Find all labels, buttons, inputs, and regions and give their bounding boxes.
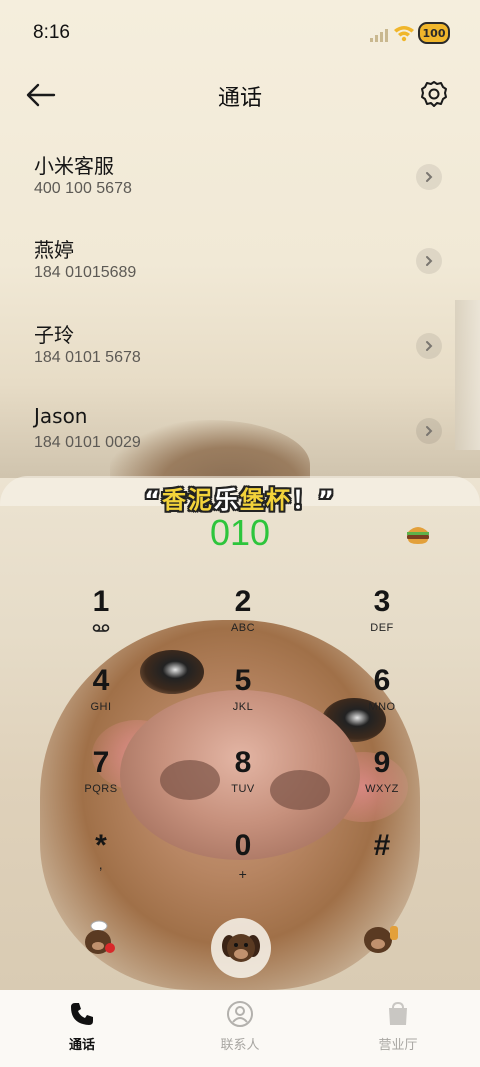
store-bag-icon <box>389 1001 407 1025</box>
dog-call-icon <box>222 934 260 962</box>
key-8[interactable]: 8 TUV <box>188 745 298 815</box>
list-item[interactable]: 小米客服 400 100 5678 <box>0 140 480 220</box>
chevron-right-icon <box>426 426 433 436</box>
key-7[interactable]: 7 PQRS <box>46 745 156 815</box>
burger-icon[interactable] <box>405 522 431 546</box>
key-6[interactable]: 6 MNO <box>327 663 437 733</box>
call-button[interactable] <box>211 918 271 978</box>
detail-button[interactable] <box>416 164 442 190</box>
contact-number: 184 01015689 <box>34 264 137 281</box>
dog-burger-sticker-icon[interactable] <box>358 916 402 956</box>
bottom-nav: 通话 联系人 营业厅 <box>0 990 480 1067</box>
contact-name: 燕婷 <box>34 238 74 262</box>
key-5[interactable]: 5 JKL <box>188 663 298 733</box>
battery-icon: 100 <box>418 22 450 44</box>
gear-icon[interactable] <box>419 79 449 109</box>
contact-name: Jason <box>34 404 88 428</box>
key-2[interactable]: 2 ABC <box>188 584 298 654</box>
contact-number: 184 0101 5678 <box>34 349 141 366</box>
contact-name: 子玲 <box>34 323 74 347</box>
key-1[interactable]: 1 <box>46 584 156 654</box>
tab-contacts[interactable]: 联系人 <box>190 1000 290 1053</box>
chevron-right-icon <box>426 256 433 266</box>
chevron-right-icon <box>426 341 433 351</box>
keypad: 1 2 ABC 3 DEF 4 GHI 5 JKL 6 MNO 7 PQRS 8… <box>0 580 480 910</box>
dog-chef-sticker-icon[interactable] <box>78 918 122 958</box>
key-4[interactable]: 4 GHI <box>46 663 156 733</box>
chevron-right-icon <box>426 172 433 182</box>
key-0[interactable]: 0 + <box>188 828 298 898</box>
page-title: 通话 <box>217 86 262 111</box>
tab-service-hall[interactable]: 营业厅 <box>348 1000 448 1053</box>
header: 通话 <box>0 70 480 120</box>
key-star[interactable]: * , <box>46 828 156 898</box>
detail-button[interactable] <box>416 333 442 359</box>
status-bar: 8:16 100 <box>0 0 480 64</box>
list-item[interactable]: Jason 184 0101 0029 <box>0 394 480 474</box>
contact-number: 400 100 5678 <box>34 180 132 197</box>
wifi-icon <box>394 26 414 42</box>
voicemail-icon <box>92 624 110 632</box>
signal-icon <box>370 28 388 42</box>
theme-banner: “香泥乐堡杯！” <box>144 486 336 514</box>
list-item[interactable]: 子玲 184 0101 5678 <box>0 309 480 389</box>
status-time: 8:16 <box>33 22 70 43</box>
contact-icon <box>227 1001 253 1027</box>
key-hash[interactable]: # <box>327 828 437 898</box>
key-9[interactable]: 9 WXYZ <box>327 745 437 815</box>
detail-button[interactable] <box>416 418 442 444</box>
key-3[interactable]: 3 DEF <box>327 584 437 654</box>
list-item[interactable]: 燕婷 184 01015689 <box>0 224 480 304</box>
contact-number: 184 0101 0029 <box>34 434 141 451</box>
phone-icon <box>71 1003 93 1025</box>
detail-button[interactable] <box>416 248 442 274</box>
tab-calls[interactable]: 通话 <box>32 1000 132 1053</box>
contact-name: 小米客服 <box>34 154 114 178</box>
